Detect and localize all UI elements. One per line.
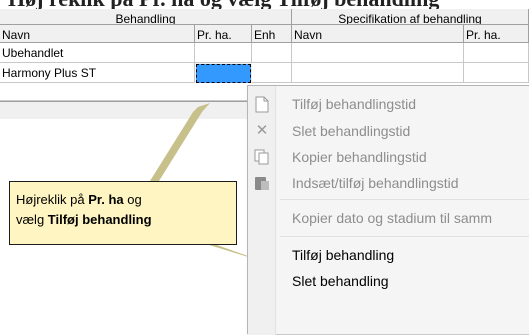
callout-line-1: Højreklik på Pr. ha og <box>16 192 142 207</box>
menu-item-tilfoej-behandlingstid[interactable]: Tilføj behandlingstid <box>248 92 529 116</box>
menu-item-slet-behandling[interactable]: Slet behandling <box>248 269 529 293</box>
menu-item-kopier-dato-og-stadium[interactable]: Kopier dato og stadium til samm <box>248 206 529 230</box>
context-menu: Tilføj behandlingstid ✕ Slet behandlings… <box>247 85 529 335</box>
callout-line-2: vælg Tilføj behandling <box>16 212 152 227</box>
menu-separator <box>280 199 529 200</box>
paste-icon <box>252 173 272 193</box>
arrow-to-cell <box>150 103 210 181</box>
menu-separator <box>280 236 529 237</box>
instruction-callout: Højreklik på Pr. ha og vælg Tilføj behan… <box>9 181 237 245</box>
copy-icon <box>252 147 272 167</box>
menu-item-slet-behandlingstid[interactable]: ✕ Slet behandlingstid <box>248 119 529 143</box>
menu-item-indsaet-behandlingstid[interactable]: Indsæt/tilføj behandlingstid <box>248 171 529 195</box>
menu-item-kopier-behandlingstid[interactable]: Kopier behandlingstid <box>248 145 529 169</box>
menu-item-tilfoej-behandling[interactable]: Tilføj behandling <box>248 243 529 267</box>
new-document-icon <box>252 94 272 114</box>
delete-x-icon: ✕ <box>255 122 269 139</box>
